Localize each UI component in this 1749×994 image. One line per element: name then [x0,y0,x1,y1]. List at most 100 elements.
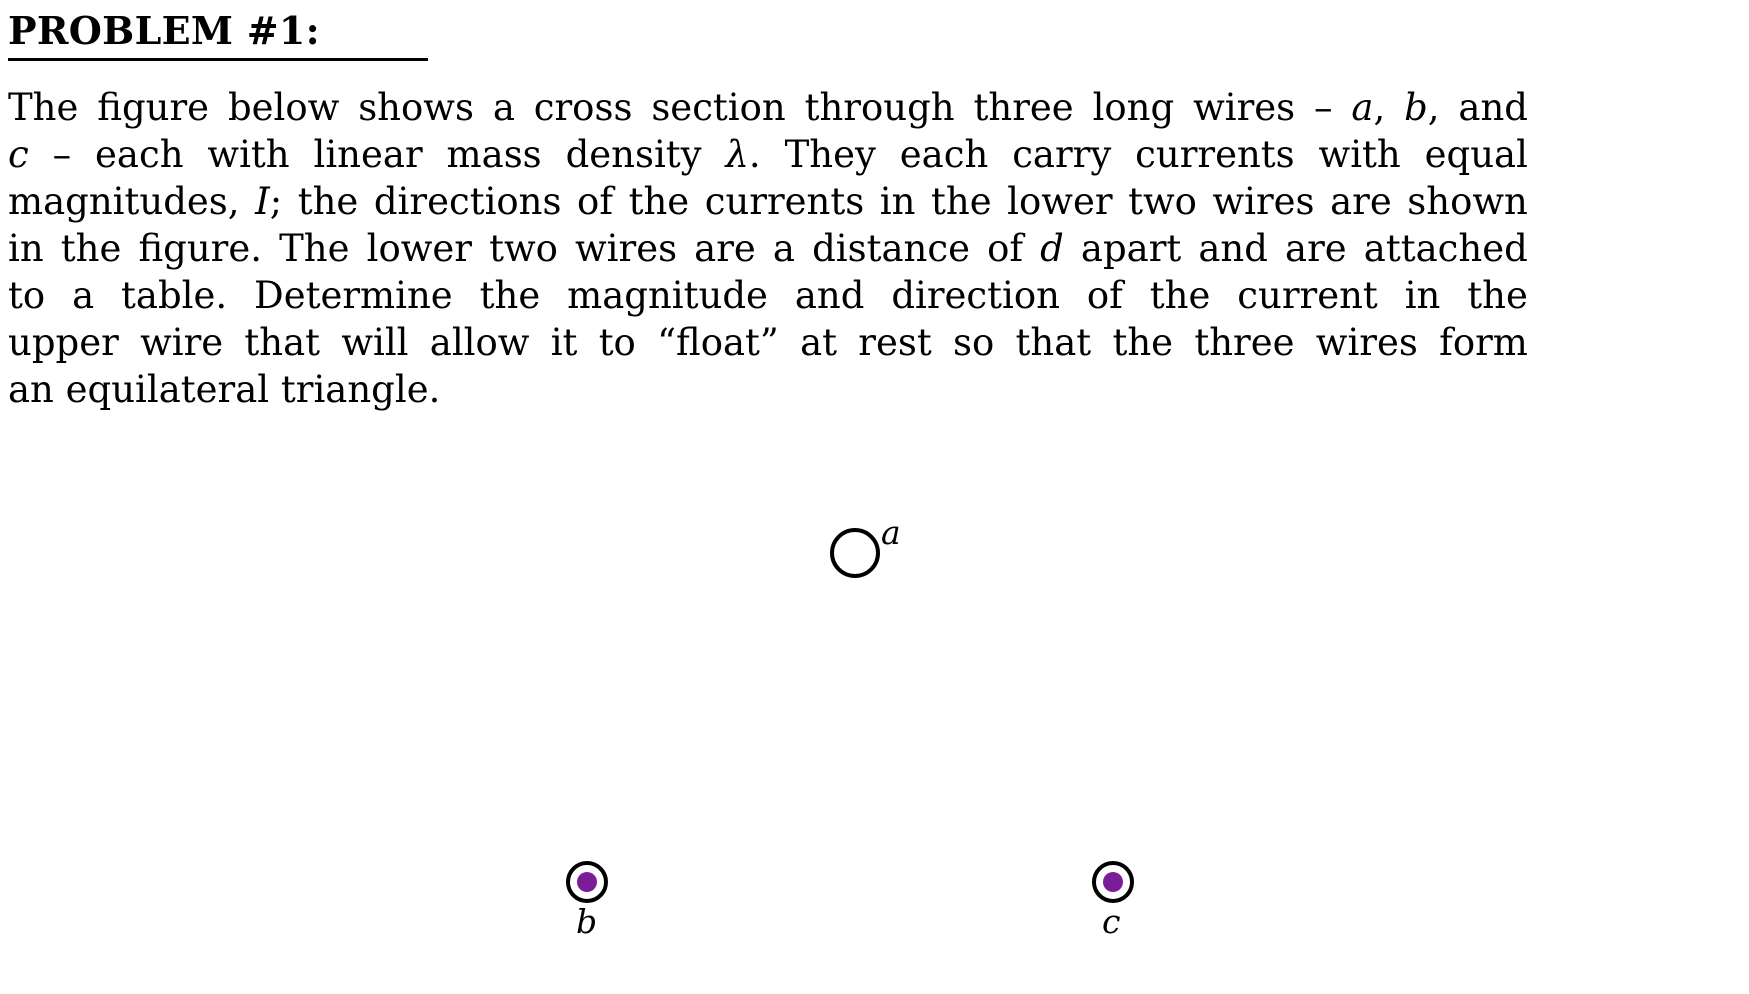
problem-statement: The figure below shows a cross section through t… [8,84,1528,413]
paragraph-word: They [784,133,876,176]
paragraph-line: upper wire that will allow it to “float” at rest s… [8,319,1528,366]
paragraph-word: wire [140,321,224,364]
paragraph-word: long [1092,86,1175,129]
heading-underline [8,58,428,61]
paragraph-word: b, [1404,86,1440,129]
paragraph-word: the [1467,274,1528,317]
paragraph-word: Determine [254,274,453,317]
page-title: PROBLEM #1: [8,8,1538,61]
paragraph-word: so [953,321,995,364]
paragraph-word: and [1458,86,1528,129]
paragraph-word: attached [1363,227,1528,270]
paragraph-word: lower [1007,180,1113,223]
paragraph-word: figure [97,86,210,129]
paragraph-word: each [95,133,184,176]
paragraph-line: in the figure. The lower two wires are a distance… [8,225,1528,272]
paragraph-word: the [628,180,690,223]
paragraph-word: “float” [657,321,779,364]
paragraph-word: current [1237,274,1378,317]
paragraph-word: of [987,227,1024,270]
paragraph-word: apart [1080,227,1182,270]
paragraph-word: of [1086,274,1123,317]
paragraph-word: in [879,180,916,223]
paragraph-word: allow [429,321,530,364]
paragraph-word: rest [858,321,932,364]
paragraph-word: are [1330,180,1392,223]
paragraph-word: wires [1212,180,1315,223]
paragraph-word: are [694,227,756,270]
wire-label-a: a [881,513,901,552]
paragraph-line: The figure below shows a cross section through t… [8,84,1528,131]
paragraph-word: a [772,227,795,270]
paragraph-word: – [52,133,72,176]
paragraph-word: shows [358,86,474,129]
paragraph-word: below [227,86,340,129]
paragraph-line: c – each with linear mass density λ. They each car… [8,131,1528,178]
paragraph-line: an equilateral triangle. [8,366,1528,413]
wire-label-b: b [576,902,598,941]
wire-label-c: c [1102,902,1121,941]
paragraph-word: at [800,321,838,364]
paragraph-word: shown [1407,180,1528,223]
paragraph-word: three [1194,321,1295,364]
paragraph-word: The [279,227,350,270]
paragraph-word: wires [575,227,678,270]
current-out-of-page-dot-c-icon [1103,872,1123,892]
paragraph-word: mass [446,133,542,176]
paragraph-word: that [244,321,321,364]
paragraph-word: to [598,321,636,364]
paragraph-word: λ. [725,133,761,176]
paragraph-word: a, [1351,86,1386,129]
paragraph-word: and [794,274,865,317]
paragraph-word: direction [891,274,1060,317]
paragraph-word: density [565,133,702,176]
paragraph-word: linear [313,133,423,176]
paragraph-word: in [8,227,44,270]
paragraph-word: each [899,133,989,176]
paragraph-word: wires [1315,321,1418,364]
paragraph-word: form [1439,321,1528,364]
paragraph-word: will [341,321,409,364]
paragraph-word: c [8,133,29,176]
paragraph-word: table. [121,274,228,317]
paragraph-word: the [297,180,359,223]
paragraph-word: d [1040,227,1064,270]
paragraph-word: two [1128,180,1197,223]
paragraph-word: figure. [138,227,263,270]
paragraph-word: currents [704,180,865,223]
paragraph-word: two [489,227,558,270]
wire-cross-section-figure: a b c [0,420,1749,994]
paragraph-word: The [8,86,79,129]
paragraph-word: magnitudes, [8,180,240,223]
paragraph-word: directions [373,180,562,223]
paragraph-word: the [1112,321,1174,364]
paragraph-word: it [550,321,578,364]
paragraph-word: I; [255,180,283,223]
paragraph-word: currents [1135,133,1295,176]
wire-circle-a-icon [830,528,880,578]
paragraph-line: to a table. Determine the magnitude and directi… [8,272,1528,319]
paragraph-word: with [1318,133,1401,176]
paragraph-word: an equilateral triangle. [8,368,441,411]
paragraph-word: three [973,86,1074,129]
paragraph-word: carry [1012,133,1112,176]
paragraph-word: are [1285,227,1347,270]
paragraph-word: in [1404,274,1441,317]
paragraph-word: and [1198,227,1268,270]
paragraph-word: of [577,180,614,223]
paragraph-word: magnitude [567,274,768,317]
current-out-of-page-dot-b-icon [577,872,597,892]
paragraph-word: through [804,86,955,129]
paragraph-word: the [479,274,541,317]
paragraph-word: the [931,180,992,223]
paragraph-word: cross [533,86,633,129]
paragraph-word: upper [8,321,119,364]
paragraph-word: – [1314,86,1333,129]
paragraph-word: to [8,274,46,317]
problem-heading-text: PROBLEM #1: [8,8,320,53]
paragraph-word: a [492,86,515,129]
paragraph-word: wires [1193,86,1296,129]
paragraph-word: a [72,274,95,317]
paragraph-word: the [1149,274,1211,317]
paragraph-word: with [207,133,290,176]
